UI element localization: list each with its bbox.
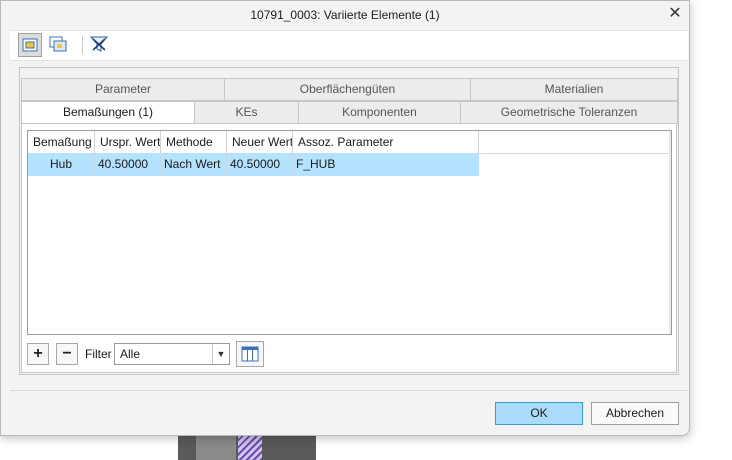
filter-value: Alle (120, 347, 141, 361)
filter-x-icon (89, 36, 109, 52)
column-settings-button[interactable] (236, 341, 264, 367)
table-actions: + − Filter Alle ▼ (27, 341, 672, 369)
table-header: Bemaßung Urspr. Wert Methode Neuer Wert … (28, 131, 671, 154)
background-hatch (238, 432, 262, 460)
show-selected-icon (22, 38, 38, 52)
show-all-button[interactable] (47, 33, 71, 57)
cancel-button[interactable]: Abbrechen (591, 402, 679, 425)
dialog: 10791_0003: Variierte Elemente (1) ✕ Par… (0, 0, 690, 436)
tab-komponenten[interactable]: Komponenten (298, 101, 461, 124)
tab-geometrische-toleranzen[interactable]: Geometrische Toleranzen (460, 101, 678, 124)
cell-neuer-wert[interactable]: 40.50000 (227, 153, 293, 176)
show-all-icon (49, 36, 67, 52)
filter-label: Filter (85, 347, 112, 361)
tab-materialien[interactable]: Materialien (470, 78, 678, 101)
background-model-part (178, 432, 316, 460)
cell-methode[interactable]: Nach Wert (161, 153, 227, 176)
column-header-urspr-wert[interactable]: Urspr. Wert (95, 131, 161, 153)
close-icon[interactable]: ✕ (667, 5, 683, 23)
vertical-scrollbar[interactable] (669, 131, 671, 334)
table-columns-icon (241, 346, 259, 362)
show-selected-button[interactable] (18, 33, 42, 57)
ok-button[interactable]: OK (495, 402, 583, 425)
column-header-assoz-parameter[interactable]: Assoz. Parameter (293, 131, 479, 153)
dimensions-table: Bemaßung Urspr. Wert Methode Neuer Wert … (27, 130, 672, 335)
column-header-methode[interactable]: Methode (161, 131, 227, 153)
tab-kes[interactable]: KEs (194, 101, 299, 124)
chevron-down-icon[interactable]: ▼ (212, 344, 229, 364)
cell-assoz-parameter[interactable]: F_HUB (293, 153, 479, 176)
tab-oberflaechengueten[interactable]: Oberflächengüten (224, 78, 471, 101)
toolbar-separator (82, 36, 83, 54)
cell-bemassung[interactable]: Hub (28, 153, 95, 176)
background-model-face (196, 432, 236, 460)
add-icon[interactable]: + (27, 343, 49, 365)
filter-clear-button[interactable] (88, 33, 112, 57)
background-canvas (689, 0, 732, 460)
title-bar[interactable]: 10791_0003: Variierte Elemente (1) ✕ (1, 1, 689, 30)
column-header-neuer-wert[interactable]: Neuer Wert (227, 131, 293, 153)
table-row[interactable]: Hub 40.50000 Nach Wert 40.50000 F_HUB (28, 153, 479, 176)
remove-icon[interactable]: − (56, 343, 78, 365)
column-header-bemassung[interactable]: Bemaßung (28, 131, 95, 153)
tab-parameter[interactable]: Parameter (21, 78, 225, 101)
toolbar (10, 30, 688, 61)
cell-urspr-wert[interactable]: 40.50000 (95, 153, 161, 176)
footer-divider (10, 390, 688, 391)
filter-select[interactable]: Alle ▼ (114, 343, 230, 365)
dialog-title: 10791_0003: Variierte Elemente (1) (250, 8, 440, 22)
